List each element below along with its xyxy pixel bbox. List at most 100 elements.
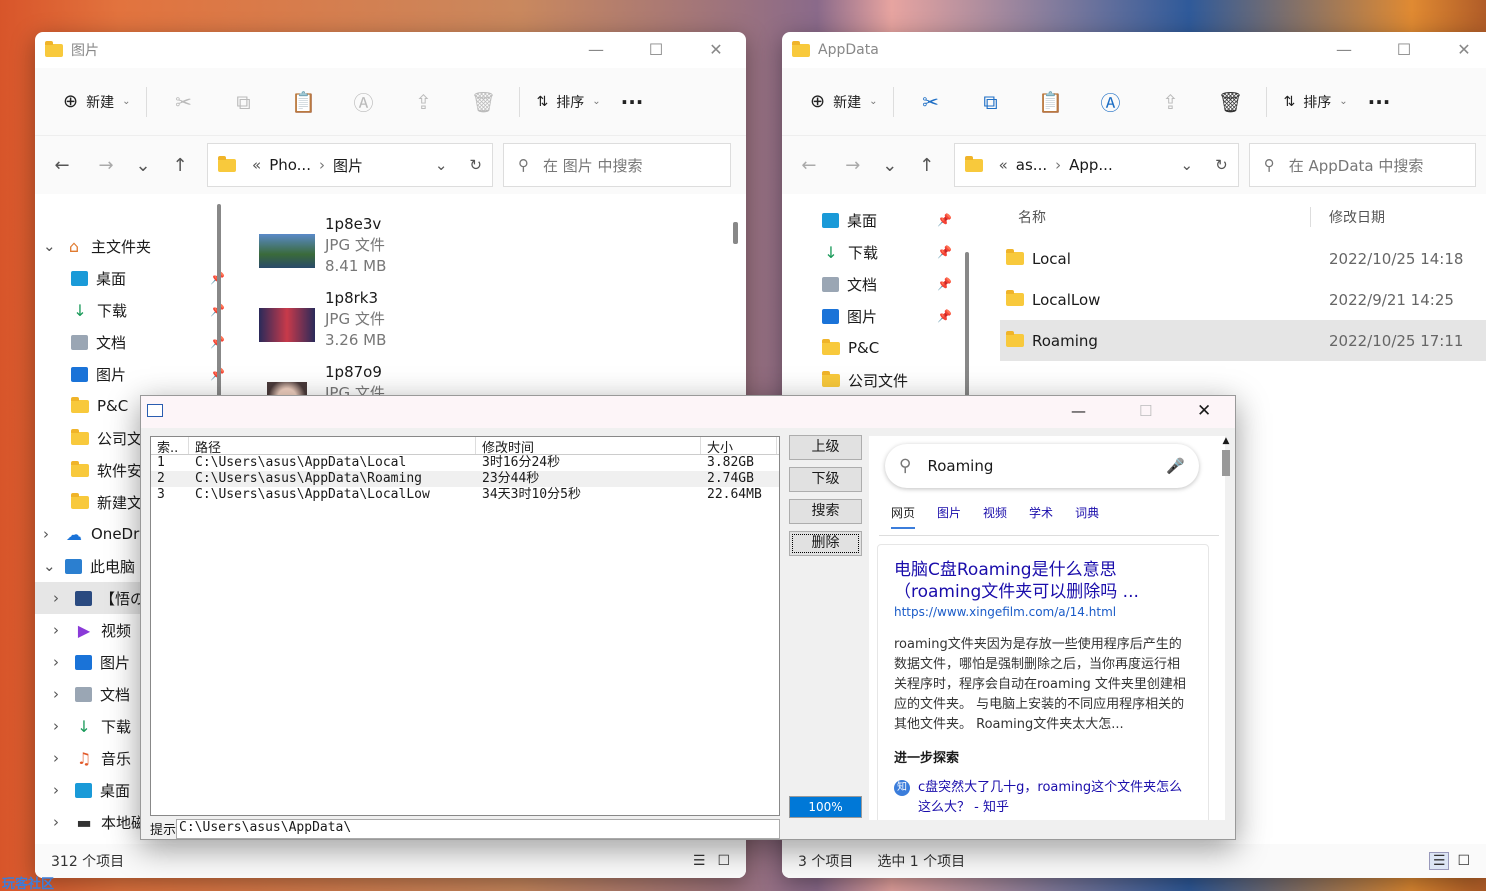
search-tab[interactable]: 网页 <box>891 504 916 529</box>
minimize-button[interactable]: — <box>1071 402 1086 420</box>
cut-icon[interactable]: ✂ <box>900 90 960 114</box>
expand-chevron-icon[interactable]: › <box>53 781 67 799</box>
refresh-icon[interactable]: ↻ <box>1215 156 1228 174</box>
result-title[interactable]: 电脑C盘Roaming是什么意思（roaming文件夹可以删除吗 ... <box>894 559 1192 603</box>
expand-chevron-icon[interactable]: › <box>53 749 67 767</box>
file-item[interactable]: 1p8e3v JPG 文件 8.41 MB <box>259 212 739 286</box>
recent-chevron-icon[interactable]: ⌄ <box>133 155 153 176</box>
tree-item[interactable]: 桌面📌 <box>35 262 235 294</box>
delete-icon[interactable]: 🗑 <box>1200 90 1260 114</box>
list-scrollbar[interactable] <box>733 222 738 244</box>
tree-item[interactable]: ↓下载📌 <box>782 236 962 268</box>
path-column-header[interactable]: 路径 <box>189 437 476 454</box>
more-button[interactable]: ··· <box>611 84 654 120</box>
maximize-button[interactable]: ☐ <box>1139 402 1152 420</box>
cut-icon[interactable]: ✂ <box>153 90 213 114</box>
sort-button[interactable]: ⇅ 排序 ⌄ <box>526 84 610 120</box>
tree-scrollbar[interactable] <box>965 252 969 402</box>
more-button[interactable]: ··· <box>1358 84 1401 120</box>
breadcrumb-item[interactable]: as... <box>1016 156 1047 174</box>
close-button[interactable]: ✕ <box>1197 401 1211 421</box>
search-tab[interactable]: 图片 <box>937 504 961 529</box>
tree-item[interactable]: 图片📌 <box>35 358 235 390</box>
result-url[interactable]: https://www.xingefilm.com/a/14.html <box>894 605 1192 619</box>
list-row[interactable]: 1 C:\Users\asus\AppData\Local 3时16分24秒 3.82… <box>151 455 779 471</box>
expand-chevron-icon[interactable]: ⌄ <box>43 557 57 575</box>
details-view-icon[interactable]: ☰ <box>1428 852 1450 870</box>
search-input[interactable]: ⚲ 在 AppData 中搜索 <box>1248 143 1477 187</box>
expand-chevron-icon[interactable]: › <box>53 717 67 735</box>
tiles-view-icon[interactable]: ☐ <box>717 853 730 869</box>
up-icon[interactable]: ↑ <box>910 155 944 176</box>
tree-scrollbar[interactable] <box>217 204 221 404</box>
rename-icon[interactable]: Ⓐ <box>333 87 393 116</box>
file-item[interactable]: 1p8rk3 JPG 文件 3.26 MB <box>259 286 739 360</box>
close-button[interactable]: ✕ <box>1434 32 1486 68</box>
minimize-button[interactable]: — <box>566 32 626 68</box>
breadcrumb-item[interactable]: App... <box>1069 156 1113 174</box>
paste-icon[interactable]: 📋 <box>1020 90 1080 114</box>
sort-button[interactable]: ⇅ 排序 ⌄ <box>1273 84 1357 120</box>
rename-icon[interactable]: Ⓐ <box>1080 87 1140 116</box>
share-icon[interactable]: ⇪ <box>393 90 453 114</box>
name-column-header[interactable]: 名称 <box>1000 207 1310 227</box>
back-icon[interactable]: ← <box>792 155 826 176</box>
chevron-down-icon[interactable]: ⌄ <box>435 156 448 174</box>
recent-chevron-icon[interactable]: ⌄ <box>880 155 900 176</box>
forward-icon[interactable]: → <box>89 155 123 176</box>
tiles-view-icon[interactable]: ☐ <box>1457 853 1470 869</box>
modified-column-header[interactable]: 修改时间 <box>476 437 701 454</box>
date-column-header[interactable]: 修改日期 <box>1310 207 1385 227</box>
close-button[interactable]: ✕ <box>686 32 746 68</box>
search-tab[interactable]: 词典 <box>1075 504 1099 529</box>
index-column-header[interactable]: 索.. <box>151 437 189 454</box>
address-bar[interactable]: «Pho... › 图片 ⌄ ↻ <box>207 143 493 187</box>
search-tab[interactable]: 学术 <box>1029 504 1053 529</box>
delete-button[interactable]: 删除 <box>789 531 862 556</box>
copy-icon[interactable]: ⧉ <box>960 90 1020 114</box>
tree-item[interactable]: ⌄ ⌂ 主文件夹 <box>35 230 235 262</box>
tree-item[interactable]: ↓下载📌 <box>35 294 235 326</box>
up-icon[interactable]: ↑ <box>163 155 197 176</box>
new-button[interactable]: ⊕ 新建 ⌄ <box>800 84 887 120</box>
search-input[interactable]: ⚲ 在 图片 中搜索 <box>503 143 731 187</box>
expand-chevron-icon[interactable]: › <box>53 653 67 671</box>
expand-chevron-icon[interactable]: › <box>53 589 67 607</box>
back-icon[interactable]: ← <box>45 155 79 176</box>
forward-icon[interactable]: → <box>836 155 870 176</box>
folder-row[interactable]: Local 2022/10/25 14:18 <box>1000 238 1486 279</box>
search-tab[interactable]: 视频 <box>983 504 1007 529</box>
folder-row[interactable]: LocalLow 2022/9/21 14:25 <box>1000 279 1486 320</box>
list-row[interactable]: 3 C:\Users\asus\AppData\LocalLow 34天3时10分5… <box>151 487 779 503</box>
breadcrumb-item[interactable]: 图片 <box>333 155 363 176</box>
up-level-button[interactable]: 上级 <box>789 435 862 460</box>
details-view-icon[interactable]: ☰ <box>693 853 706 869</box>
search-button[interactable]: 搜索 <box>789 499 862 524</box>
tree-item[interactable]: 文档📌 <box>35 326 235 358</box>
new-button[interactable]: ⊕ 新建 ⌄ <box>53 84 140 120</box>
maximize-button[interactable]: ☐ <box>626 32 686 68</box>
address-bar[interactable]: «as... › App... ⌄ ↻ <box>953 143 1239 187</box>
list-row[interactable]: 2 C:\Users\asus\AppData\Roaming 23分44秒 2.74… <box>151 471 779 487</box>
tree-item[interactable]: 图片📌 <box>782 300 962 332</box>
paste-icon[interactable]: 📋 <box>273 90 333 114</box>
share-icon[interactable]: ⇪ <box>1140 90 1200 114</box>
web-scrollbar[interactable]: ▲ <box>1219 436 1233 820</box>
tree-item[interactable]: 桌面📌 <box>782 204 962 236</box>
tree-item[interactable]: P&C <box>782 332 962 364</box>
maximize-button[interactable]: ☐ <box>1374 32 1434 68</box>
search-box[interactable]: ⚲ Roaming 🎤 <box>885 444 1199 488</box>
tree-item[interactable]: 文档📌 <box>782 268 962 300</box>
delete-icon[interactable]: 🗑 <box>453 90 513 114</box>
chevron-down-icon[interactable]: ⌄ <box>1181 156 1194 174</box>
expand-chevron-icon[interactable]: › <box>53 621 67 639</box>
tree-item[interactable]: 公司文件 <box>782 364 962 396</box>
down-level-button[interactable]: 下级 <box>789 467 862 492</box>
expand-chevron-icon[interactable]: › <box>53 813 67 831</box>
copy-icon[interactable]: ⧉ <box>213 90 273 114</box>
breadcrumb-item[interactable]: Pho... <box>269 156 311 174</box>
size-column-header[interactable]: 大小 <box>701 437 777 454</box>
minimize-button[interactable]: — <box>1314 32 1374 68</box>
expand-chevron-icon[interactable]: ⌄ <box>43 237 57 255</box>
more-explore-link[interactable]: 知 c盘突然大了几十g，roaming这个文件夹怎么这么大？ - 知乎 <box>894 778 1192 818</box>
